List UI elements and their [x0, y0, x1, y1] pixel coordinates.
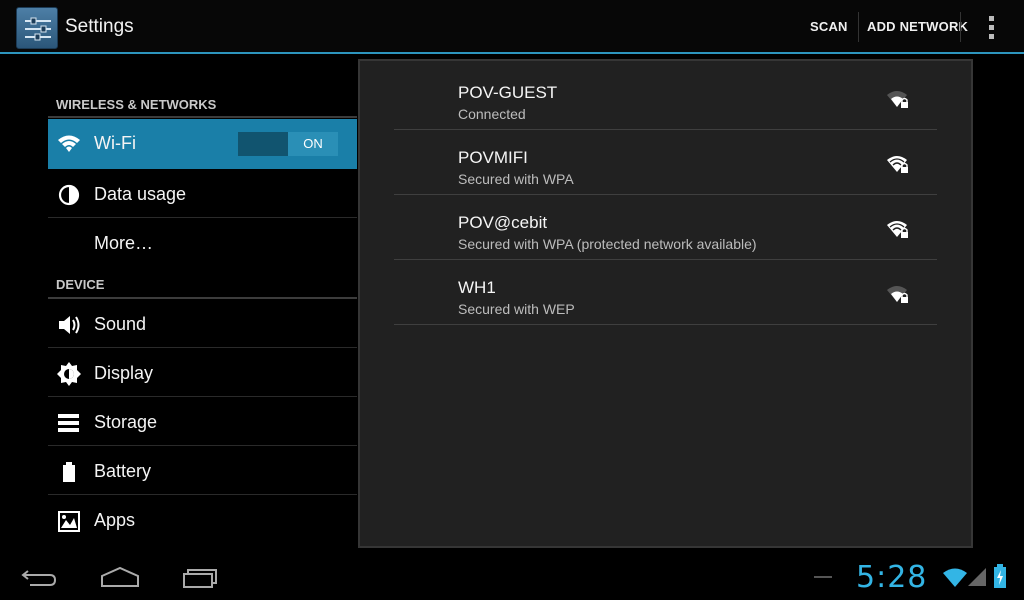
network-item[interactable]: POVMIFI Secured with WPA	[394, 130, 937, 195]
network-status: Secured with WPA (protected network avai…	[458, 236, 757, 252]
wifi-toggle[interactable]: ON	[238, 132, 338, 156]
sidebar-item-storage[interactable]: Storage	[48, 398, 357, 446]
wifi-network-list: POV-GUEST Connected POVMIFI Secured with…	[358, 59, 973, 548]
wifi-status-icon	[942, 566, 968, 588]
toggle-state-label: ON	[288, 132, 338, 156]
network-item[interactable]: WH1 Secured with WEP	[394, 260, 937, 325]
network-ssid: POV-GUEST	[458, 83, 558, 102]
section-header-device: DEVICE	[56, 277, 105, 292]
storage-icon	[56, 410, 82, 436]
wifi-signal-lock-icon	[886, 219, 910, 241]
action-divider	[960, 12, 961, 42]
battery-icon	[56, 459, 82, 485]
brightness-icon	[56, 361, 82, 387]
status-clock[interactable]: 5:28	[856, 560, 927, 595]
sidebar-item-apps[interactable]: Apps	[48, 496, 357, 544]
cell-signal-icon	[966, 566, 988, 588]
settings-app-icon[interactable]	[16, 7, 58, 49]
section-header-wireless: WIRELESS & NETWORKS	[56, 97, 217, 112]
data-usage-icon	[56, 182, 82, 208]
overflow-menu-icon[interactable]	[980, 14, 1004, 42]
home-icon[interactable]	[100, 564, 140, 590]
section-divider	[48, 116, 357, 118]
network-ssid: POVMIFI	[458, 148, 528, 167]
wifi-icon	[56, 131, 82, 157]
sidebar-item-battery[interactable]: Battery	[48, 447, 357, 495]
action-divider	[858, 12, 859, 42]
recent-apps-icon[interactable]	[181, 564, 221, 590]
sidebar-item-display[interactable]: Display	[48, 349, 357, 397]
wifi-signal-lock-icon	[886, 284, 910, 306]
network-item[interactable]: POV@cebit Secured with WPA (protected ne…	[394, 195, 937, 260]
sidebar-item-sound[interactable]: Sound	[48, 300, 357, 348]
network-status: Secured with WPA	[458, 171, 574, 187]
speaker-icon	[56, 312, 82, 338]
sidebar-item-label: Wi-Fi	[94, 133, 136, 153]
wifi-signal-lock-icon	[886, 89, 910, 111]
sidebar-item-label: More…	[94, 233, 154, 253]
scan-button[interactable]: SCAN	[810, 19, 848, 34]
settings-sidebar: WIRELESS & NETWORKS Wi-Fi ON Data usage …	[48, 56, 357, 550]
notification-indicator-icon	[814, 576, 832, 578]
section-divider	[48, 297, 357, 299]
page-title: Settings	[65, 16, 134, 37]
network-status: Connected	[458, 106, 526, 122]
back-icon[interactable]	[20, 564, 60, 590]
sidebar-item-wifi[interactable]: Wi-Fi ON	[48, 119, 357, 169]
network-ssid: POV@cebit	[458, 213, 548, 232]
action-bar: Settings SCAN ADD NETWORK	[0, 0, 1024, 54]
add-network-button[interactable]: ADD NETWORK	[867, 19, 968, 34]
android-settings-screen: Settings SCAN ADD NETWORK WIRELESS & NET…	[0, 0, 1024, 600]
sidebar-item-label: Storage	[94, 412, 158, 432]
sidebar-item-label: Data usage	[94, 184, 187, 204]
sidebar-item-label: Sound	[94, 314, 147, 334]
sidebar-item-label: Apps	[94, 510, 136, 530]
network-status: Secured with WEP	[458, 301, 575, 317]
sidebar-item-data-usage[interactable]: Data usage	[48, 170, 357, 218]
sidebar-item-more[interactable]: More…	[48, 219, 357, 267]
sidebar-item-label: Battery	[94, 461, 152, 481]
wifi-signal-lock-icon	[886, 154, 910, 176]
network-ssid: WH1	[458, 278, 496, 297]
apps-icon	[56, 508, 82, 534]
network-item[interactable]: POV-GUEST Connected	[394, 65, 937, 130]
sidebar-item-label: Display	[94, 363, 154, 383]
battery-charging-icon	[992, 563, 1008, 589]
